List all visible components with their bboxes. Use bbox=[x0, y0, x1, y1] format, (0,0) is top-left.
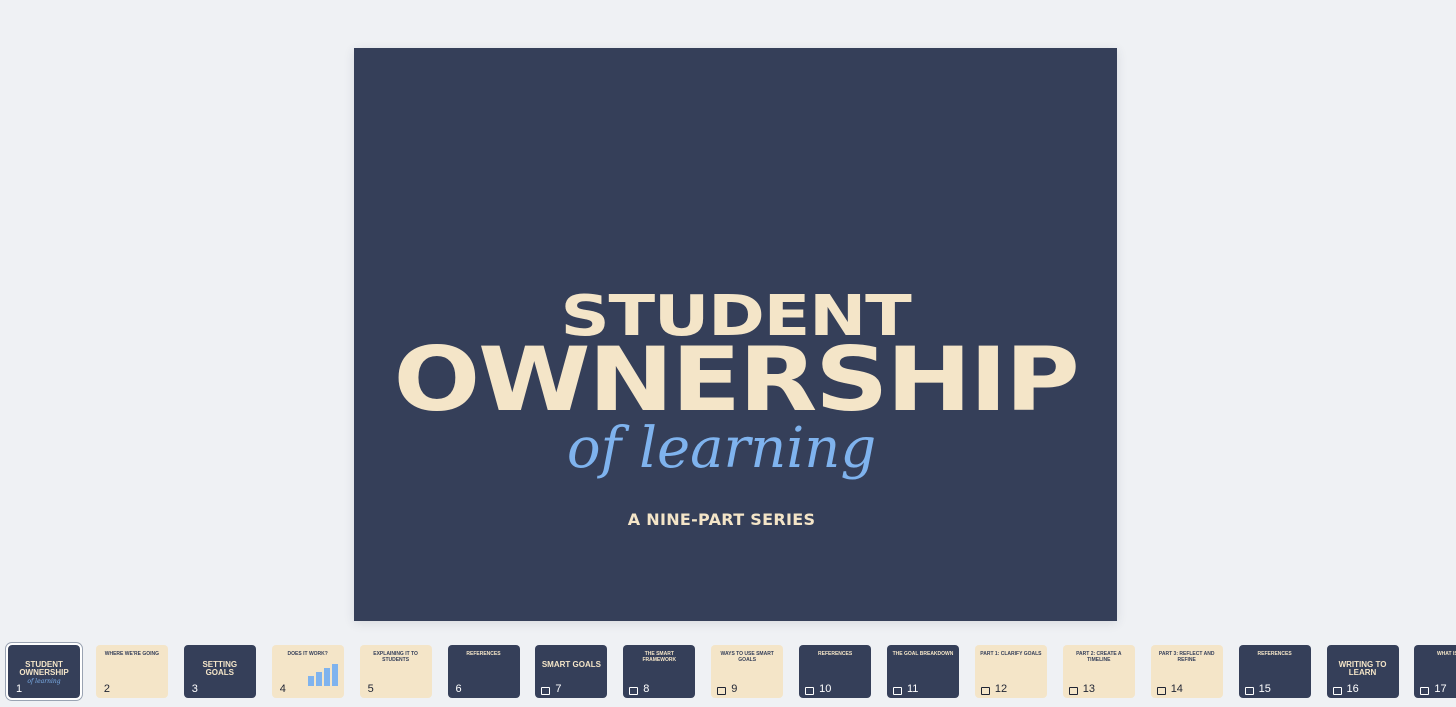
thumbnail-title: WHERE WE'RE GOING bbox=[104, 651, 160, 657]
thumbnail-title: THE GOAL BREAKDOWN bbox=[892, 651, 954, 657]
animation-icon bbox=[1332, 687, 1342, 695]
thumbnail-chart-bar bbox=[323, 668, 330, 686]
slide-number: 6 bbox=[455, 683, 462, 695]
slide-subtitle[interactable]: A NINE-PART SERIES bbox=[340, 510, 1103, 529]
slide-thumbnail-16[interactable]: WRITING TO LEARN 16 bbox=[1326, 645, 1399, 698]
thumbnail-title: SMART GOALS bbox=[541, 660, 601, 669]
slide-number: 16 bbox=[1346, 683, 1359, 695]
thumbnail-title: PART 2: CREATE A TIMELINE bbox=[1076, 651, 1122, 663]
slide-canvas[interactable]: STUDENT OWNERSHIP of learning A NINE-PAR… bbox=[354, 48, 1117, 621]
thumbnail-title: DOES IT WORK? bbox=[287, 651, 328, 657]
thumbnail-title: EXPLAINING IT TO STUDENTS bbox=[373, 651, 418, 663]
animation-icon bbox=[1244, 687, 1254, 695]
slide-number: 10 bbox=[819, 683, 832, 695]
animation-icon bbox=[980, 687, 990, 695]
animation-icon bbox=[541, 687, 551, 695]
slide-number: 2 bbox=[103, 683, 111, 695]
animation-icon bbox=[1156, 687, 1166, 695]
thumbnail-title: THE SMART FRAMEWORK bbox=[642, 651, 677, 663]
slide-thumbnail-8[interactable]: THE SMART FRAMEWORK 8 bbox=[623, 645, 696, 698]
slide-number: 7 bbox=[555, 683, 562, 695]
slide-thumbnail-7[interactable]: SMART GOALS 7 bbox=[535, 645, 608, 698]
slide-number: 13 bbox=[1082, 683, 1096, 695]
thumbnail-chart-bar bbox=[315, 672, 322, 686]
thumbnail-title: WHAT IS W bbox=[1436, 651, 1456, 657]
slide-thumbnail-6[interactable]: REFERENCES 6 bbox=[447, 645, 520, 698]
slide-title-line-3[interactable]: of learning bbox=[340, 416, 1103, 482]
slide-thumbnail-12[interactable]: PART 1: CLARIFY GOALS 12 bbox=[974, 645, 1047, 698]
animation-icon bbox=[893, 687, 902, 695]
thumbnail-title: WRITING TO LEARN bbox=[1338, 660, 1387, 677]
slide-number: 8 bbox=[643, 683, 650, 695]
slide-thumbnail-10[interactable]: REFERENCES 10 bbox=[799, 645, 872, 698]
slide-thumbnail-9[interactable]: WAYS TO USE SMART GOALS 9 bbox=[711, 645, 784, 698]
animation-icon bbox=[629, 687, 639, 695]
slide-number: 17 bbox=[1434, 683, 1447, 695]
thumbnail-title: STUDENT OWNERSHIP bbox=[19, 660, 69, 677]
slide-thumbnail-3[interactable]: SETTING GOALS 3 bbox=[183, 645, 256, 698]
thumbnail-title: REFERENCES bbox=[466, 651, 501, 657]
slide-number: 14 bbox=[1170, 683, 1183, 695]
slide-thumbnail-17[interactable]: WHAT IS W 17 bbox=[1414, 645, 1456, 698]
slide-title-line-2[interactable]: OWNERSHIP bbox=[293, 330, 1178, 430]
slide-number: 11 bbox=[907, 683, 919, 695]
thumbnail-title: WAYS TO USE SMART GOALS bbox=[720, 651, 774, 663]
thumbnail-title: REFERENCES bbox=[1257, 651, 1292, 657]
slide-thumbnail-13[interactable]: PART 2: CREATE A TIMELINE 13 bbox=[1062, 645, 1135, 698]
slide-number: 3 bbox=[191, 683, 198, 695]
slide-number: 9 bbox=[731, 683, 738, 695]
thumbnail-chart-bar bbox=[307, 676, 314, 686]
animation-icon bbox=[717, 687, 727, 695]
slide-number: 5 bbox=[367, 683, 374, 695]
slide-number: 15 bbox=[1258, 683, 1271, 695]
slide-thumbnail-15[interactable]: REFERENCES 15 bbox=[1238, 645, 1311, 698]
animation-icon bbox=[1420, 687, 1430, 695]
thumbnail-title: PART 3: REFLECT AND REFINE bbox=[1158, 651, 1215, 663]
slide-thumbnail-5[interactable]: EXPLAINING IT TO STUDENTS 5 bbox=[359, 645, 432, 698]
slide-thumbnail-strip: STUDENT OWNERSHIP of learning 1 WHERE WE'RE… bbox=[0, 640, 1456, 707]
slide-number: 4 bbox=[279, 683, 286, 695]
thumbnail-title: SETTING GOALS bbox=[202, 660, 238, 677]
animation-icon bbox=[805, 687, 815, 695]
slide-thumbnail-1[interactable]: STUDENT OWNERSHIP of learning 1 bbox=[6, 643, 82, 700]
slide-number: 1 bbox=[16, 683, 23, 695]
animation-icon bbox=[1068, 687, 1078, 695]
thumbnail-title: PART 1: CLARIFY GOALS bbox=[980, 651, 1042, 657]
thumbnail-chart-bar bbox=[331, 664, 338, 686]
slide-thumbnail-2[interactable]: WHERE WE'RE GOING 2 bbox=[95, 645, 168, 698]
slide-number: 12 bbox=[994, 683, 1008, 695]
slide-thumbnail-4[interactable]: DOES IT WORK? 4 bbox=[271, 645, 344, 698]
slide-thumbnail-11[interactable]: THE GOAL BREAKDOWN 11 bbox=[887, 645, 959, 698]
thumbnail-title: REFERENCES bbox=[818, 651, 853, 657]
slide-thumbnail-14[interactable]: PART 3: REFLECT AND REFINE 14 bbox=[1150, 645, 1223, 698]
